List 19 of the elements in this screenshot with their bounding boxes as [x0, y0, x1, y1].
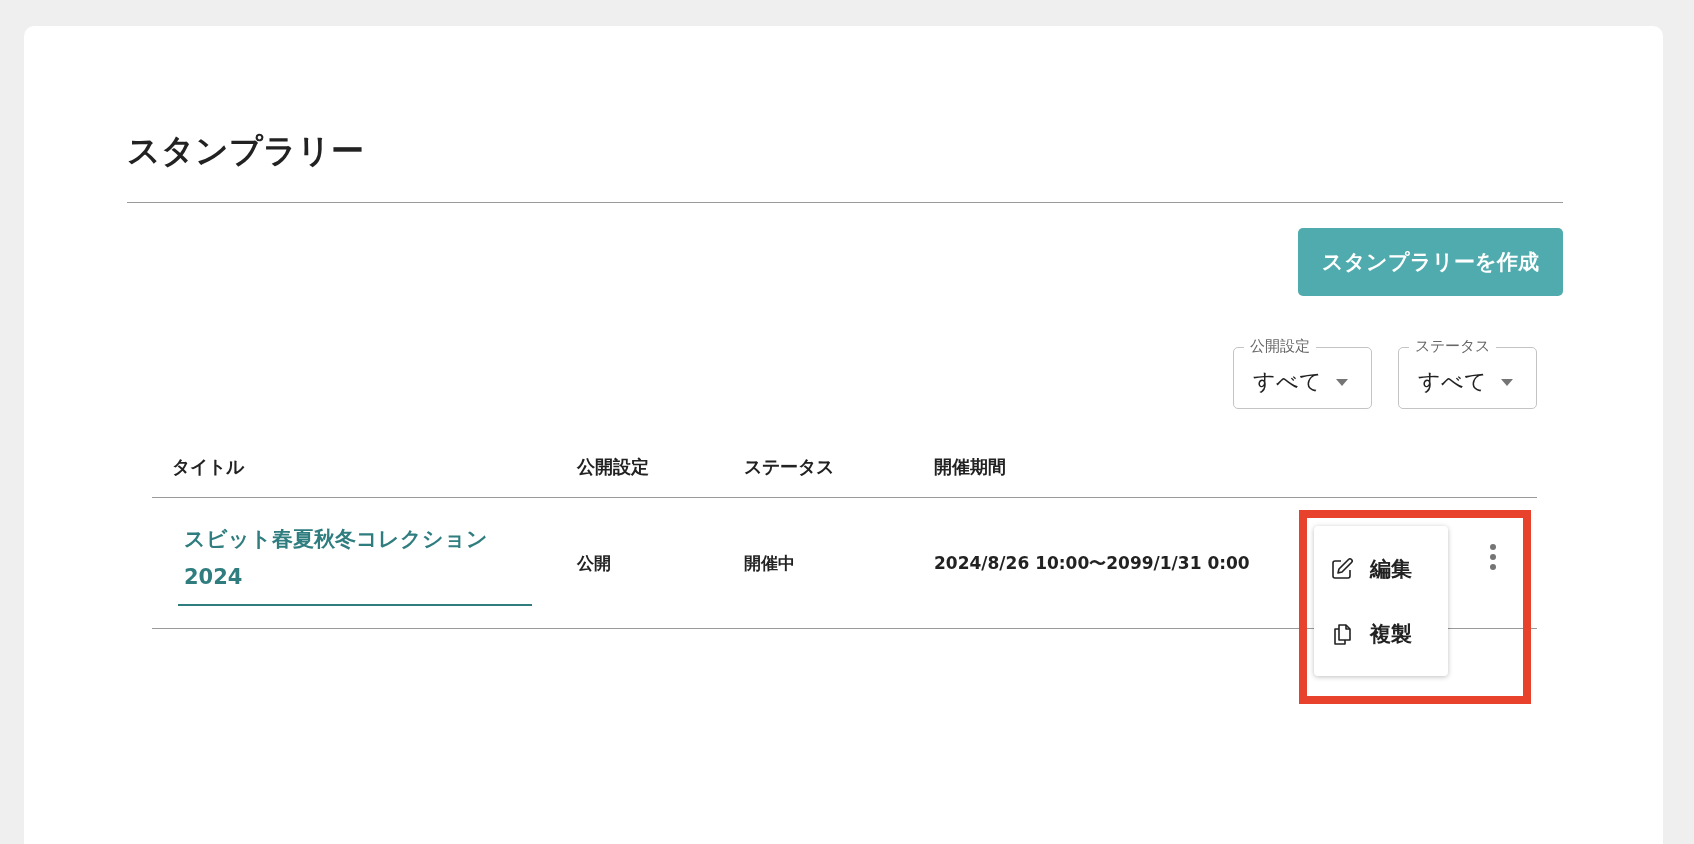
- more-menu-icon[interactable]: [1489, 543, 1497, 571]
- column-header: 開催期間: [934, 455, 1007, 479]
- filter-label: ステータス: [1409, 336, 1496, 356]
- table-cell-text: 公開: [577, 551, 612, 575]
- column-header: ステータス: [744, 455, 835, 479]
- column-header: タイトル: [171, 455, 246, 479]
- pencil-icon: [1330, 556, 1354, 581]
- table-cell-text: 開催中: [744, 551, 796, 575]
- table-cell-text: 2024/8/26 10:00〜2099/1/31 0:00: [934, 551, 1251, 575]
- menu-item[interactable]: 編集: [1314, 536, 1448, 601]
- caret-icon: [1336, 378, 1348, 386]
- caret-icon: [1501, 378, 1513, 386]
- filter-select[interactable]: 公開設定 すべて: [1233, 336, 1372, 409]
- menu-item[interactable]: 複製: [1314, 601, 1448, 666]
- filter-label: 公開設定: [1244, 336, 1316, 356]
- title-link[interactable]: スビット春夏秋冬コレクション2024: [178, 520, 532, 606]
- column-header: 公開設定: [577, 455, 650, 479]
- page-title: スタンプラリー: [127, 130, 365, 172]
- filter-select[interactable]: ステータス すべて: [1398, 336, 1537, 409]
